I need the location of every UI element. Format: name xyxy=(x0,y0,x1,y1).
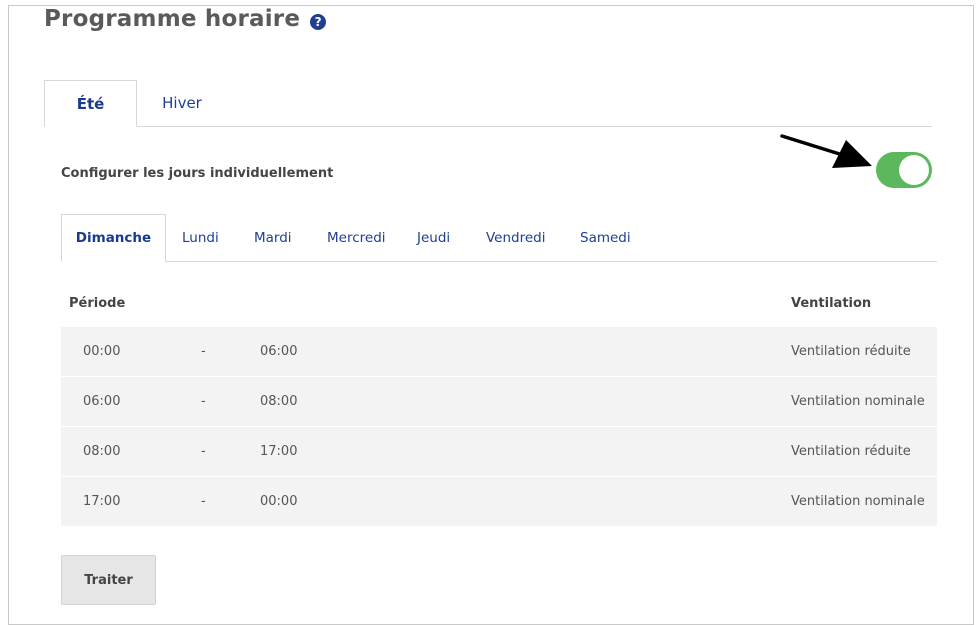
tab-mercredi[interactable]: Mercredi xyxy=(327,214,386,261)
tab-samedi[interactable]: Samedi xyxy=(580,214,631,261)
period-end: 17:00 xyxy=(260,444,298,459)
period-end: 06:00 xyxy=(260,344,298,359)
ventilation-mode: Ventilation réduite xyxy=(791,344,911,359)
period-separator: - xyxy=(201,494,206,509)
configure-days-label: Configurer les jours individuellement xyxy=(61,166,334,181)
period-separator: - xyxy=(201,444,206,459)
table-row: 06:00 - 08:00 Ventilation nominale xyxy=(61,377,937,426)
header: Programme horaire ? xyxy=(44,6,327,32)
tab-summer[interactable]: Été xyxy=(44,80,137,127)
tab-dimanche[interactable]: Dimanche xyxy=(61,214,166,262)
configure-days-toggle[interactable] xyxy=(876,152,932,188)
period-end: 00:00 xyxy=(260,494,298,509)
process-button[interactable]: Traiter xyxy=(61,555,156,605)
page-title: Programme horaire xyxy=(44,6,301,32)
period-end: 08:00 xyxy=(260,394,298,409)
tab-vendredi[interactable]: Vendredi xyxy=(486,214,546,261)
help-icon[interactable]: ? xyxy=(310,13,327,30)
period-start: 00:00 xyxy=(83,344,121,359)
period-start: 08:00 xyxy=(83,444,121,459)
period-start: 17:00 xyxy=(83,494,121,509)
ventilation-mode: Ventilation réduite xyxy=(791,444,911,459)
arrow-annotation-icon xyxy=(780,134,872,168)
table-row: 00:00 - 06:00 Ventilation réduite xyxy=(61,327,937,376)
ventilation-mode: Ventilation nominale xyxy=(791,494,925,509)
period-start: 06:00 xyxy=(83,394,121,409)
period-separator: - xyxy=(201,344,206,359)
period-separator: - xyxy=(201,394,206,409)
column-header-ventilation: Ventilation xyxy=(791,296,872,311)
table-row: 08:00 - 17:00 Ventilation réduite xyxy=(61,427,937,476)
tab-winter[interactable]: Hiver xyxy=(137,80,227,126)
day-tabs: Dimanche Lundi Mardi Mercredi Jeudi Vend… xyxy=(61,214,937,262)
ventilation-mode: Ventilation nominale xyxy=(791,394,925,409)
toggle-knob xyxy=(899,155,929,185)
column-header-period: Période xyxy=(69,296,126,311)
tab-mardi[interactable]: Mardi xyxy=(254,214,292,261)
season-tabs: Été Hiver xyxy=(44,80,932,127)
tab-lundi[interactable]: Lundi xyxy=(182,214,219,261)
table-row: 17:00 - 00:00 Ventilation nominale xyxy=(61,477,937,526)
tab-jeudi[interactable]: Jeudi xyxy=(417,214,450,261)
